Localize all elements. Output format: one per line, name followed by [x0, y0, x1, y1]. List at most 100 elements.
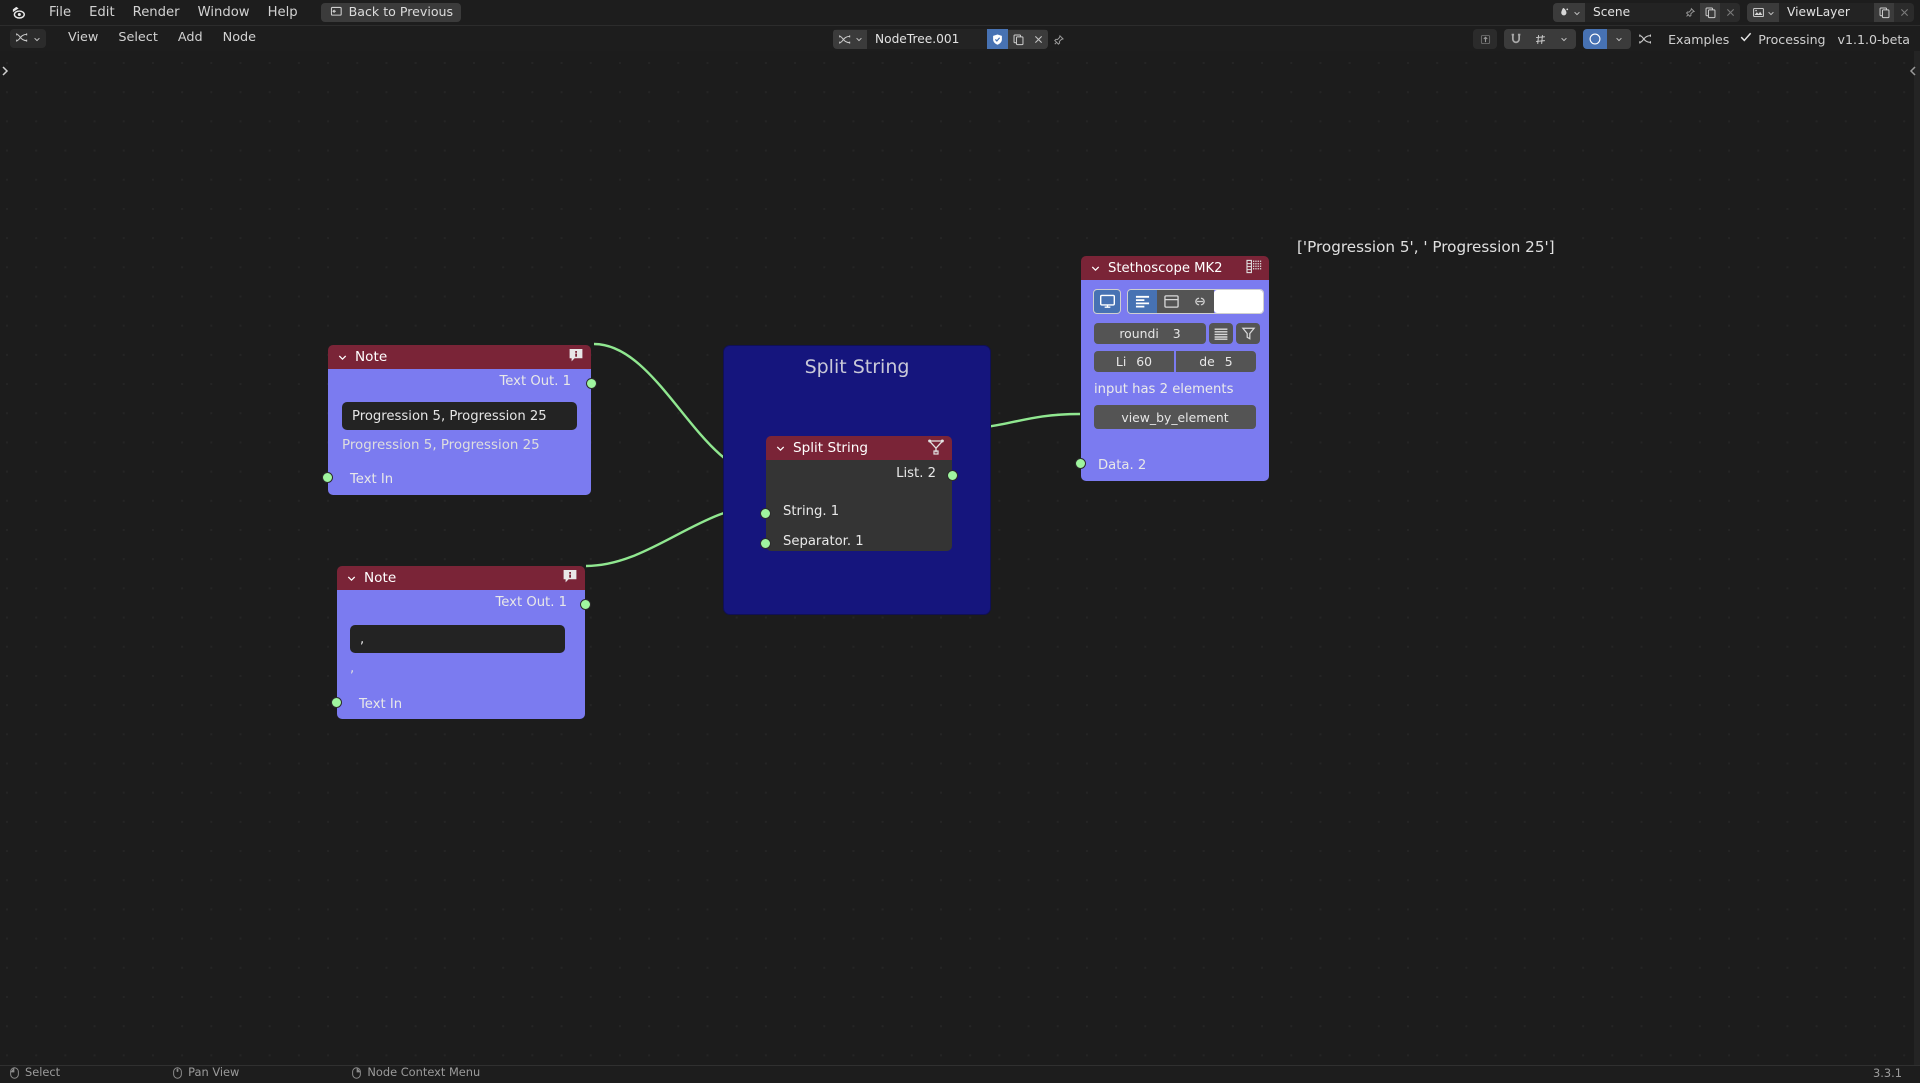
menu-select[interactable]: Select — [108, 29, 167, 48]
node-stethoscope-mk2[interactable]: Stethoscope MK2 — [1081, 256, 1269, 481]
examples-button[interactable]: Examples — [1668, 32, 1729, 47]
note-2-output-socket[interactable] — [580, 599, 591, 610]
list-lines-icon[interactable] — [1209, 323, 1233, 344]
back-to-previous-button[interactable]: Back to Previous — [321, 3, 461, 22]
snap-grid-icon[interactable] — [1528, 29, 1552, 49]
scene-name[interactable]: Scene — [1585, 3, 1680, 22]
node-editor-header: View Select Add Node NodeTree.001 — [0, 25, 1920, 51]
overlays-chevron-down-icon[interactable] — [1607, 29, 1631, 49]
viewlayer-new-copy-button[interactable] — [1874, 3, 1894, 22]
nodetree-selector[interactable]: NodeTree.001 — [833, 29, 1048, 49]
node-split-string-header[interactable]: Split String — [766, 436, 952, 460]
viewlayer-selector[interactable]: ViewLayer — [1747, 3, 1914, 22]
sverchok-version-label: v1.1.0-beta — [1838, 32, 1910, 47]
status-pan-view-label: Pan View — [188, 1067, 239, 1078]
fake-user-shield-icon[interactable] — [987, 29, 1008, 49]
stethoscope-message: input has 2 elements — [1094, 382, 1233, 397]
line-length-label: Li — [1116, 354, 1126, 369]
snap-chevron-down-icon[interactable] — [1552, 29, 1576, 49]
info-bubble-icon[interactable] — [562, 568, 578, 588]
note-2-text-input[interactable]: , — [350, 625, 565, 653]
node-note-1[interactable]: Note Text Out. 1 Progression 5, Progress… — [328, 345, 591, 495]
menu-file[interactable]: File — [40, 3, 80, 22]
node-note-1-title: Note — [355, 349, 568, 365]
chevron-down-icon[interactable] — [346, 573, 357, 584]
chevron-down-icon[interactable] — [775, 443, 786, 454]
frame-icon[interactable] — [1157, 290, 1186, 313]
editor-type-selector[interactable] — [10, 29, 46, 48]
node-tree-icon[interactable] — [833, 30, 867, 49]
node-split-string[interactable]: Split String List. 2 String. 1 Separator… — [766, 436, 952, 551]
status-select-label: Select — [25, 1067, 60, 1078]
snap-group — [1504, 29, 1576, 49]
nodetree-new-copy-button[interactable] — [1008, 30, 1028, 49]
menu-edit[interactable]: Edit — [80, 3, 124, 22]
node-grip-icon[interactable] — [1246, 259, 1262, 278]
note-1-text-input[interactable]: Progression 5, Progression 25 — [342, 402, 577, 430]
scene-close-x-icon[interactable] — [1720, 3, 1740, 22]
note-1-input-socket[interactable] — [322, 472, 333, 483]
viewlayer-name[interactable]: ViewLayer — [1779, 3, 1874, 22]
split-string-input-separator-socket[interactable] — [760, 538, 771, 549]
processing-check-icon[interactable] — [1739, 31, 1753, 47]
viewlayer-close-x-icon[interactable] — [1894, 3, 1914, 22]
snap-magnet-icon[interactable] — [1504, 29, 1528, 49]
menu-render[interactable]: Render — [124, 3, 189, 22]
menu-node[interactable]: Node — [213, 29, 266, 48]
color-swatch[interactable] — [1214, 290, 1263, 313]
node-note-1-header[interactable]: Note — [328, 345, 591, 369]
text-align-icon[interactable] — [1128, 290, 1157, 313]
scene-icon[interactable] — [1553, 3, 1585, 22]
stethoscope-rounding-row: roundi 3 — [1094, 323, 1260, 344]
depth-field[interactable]: de 5 — [1176, 351, 1256, 372]
scene-new-copy-button[interactable] — [1700, 3, 1720, 22]
note-1-output-socket[interactable] — [586, 378, 597, 389]
chevron-down-icon — [33, 35, 41, 43]
nodetree-close-x-icon[interactable] — [1028, 30, 1048, 49]
node-note-2-header[interactable]: Note — [337, 566, 585, 590]
node-stethoscope-body: roundi 3 Li — [1081, 280, 1269, 481]
overlays-icon[interactable] — [1583, 29, 1607, 49]
view-layer-icon[interactable] — [1747, 3, 1779, 22]
split-string-output-socket[interactable] — [947, 470, 958, 481]
node-editor-canvas[interactable]: Split String Note Text Out. 1 Progressio… — [0, 51, 1920, 1065]
menu-window[interactable]: Window — [189, 3, 259, 22]
stethoscope-toggle-row — [1093, 289, 1264, 314]
monitor-icon[interactable] — [1093, 289, 1121, 314]
pin-icon[interactable] — [1680, 3, 1700, 22]
line-length-field[interactable]: Li 60 — [1094, 351, 1174, 372]
link-icon[interactable] — [1186, 290, 1214, 313]
go-to-parent-icon[interactable] — [1473, 29, 1497, 49]
filter-funnel-icon[interactable] — [1236, 323, 1260, 344]
chevron-down-icon[interactable] — [337, 352, 348, 363]
stethoscope-input-socket[interactable] — [1075, 458, 1086, 469]
info-bubble-icon[interactable] — [568, 347, 584, 367]
node-note-2[interactable]: Note Text Out. 1 , , Text In — [337, 566, 585, 719]
node-stethoscope-header[interactable]: Stethoscope MK2 — [1081, 256, 1269, 280]
rounding-value: 3 — [1173, 326, 1181, 341]
menu-add[interactable]: Add — [168, 29, 213, 48]
line-length-value: 60 — [1136, 354, 1152, 369]
rounding-label: roundi — [1119, 326, 1158, 341]
node-editor-icon — [15, 29, 30, 48]
sverchok-icon[interactable] — [1638, 32, 1654, 46]
nodetree-pin-icon[interactable] — [1052, 32, 1065, 51]
blender-logo-icon[interactable] — [11, 4, 28, 21]
menu-help[interactable]: Help — [259, 3, 307, 22]
view-by-element-button[interactable]: view_by_element — [1094, 405, 1256, 429]
split-string-input-string-socket[interactable] — [760, 508, 771, 519]
blender-version-label: 3.3.1 — [1873, 1066, 1902, 1080]
note-2-input-socket[interactable] — [331, 697, 342, 708]
editor-menu-group: View Select Add Node — [58, 29, 266, 48]
rounding-field[interactable]: roundi 3 — [1094, 323, 1206, 344]
sverchok-node-icon[interactable] — [927, 438, 945, 459]
nodetree-name[interactable]: NodeTree.001 — [867, 30, 987, 49]
frame-label: Split String — [724, 356, 990, 378]
processing-label[interactable]: Processing — [1758, 32, 1825, 47]
menu-view[interactable]: View — [58, 29, 108, 48]
scene-selector[interactable]: Scene — [1553, 3, 1740, 22]
chevron-down-icon[interactable] — [1090, 263, 1101, 274]
back-to-previous-icon — [329, 3, 342, 22]
node-split-string-title: Split String — [793, 440, 927, 456]
stethoscope-result-text: ['Progression 5', ' Progression 25'] — [1297, 238, 1555, 256]
